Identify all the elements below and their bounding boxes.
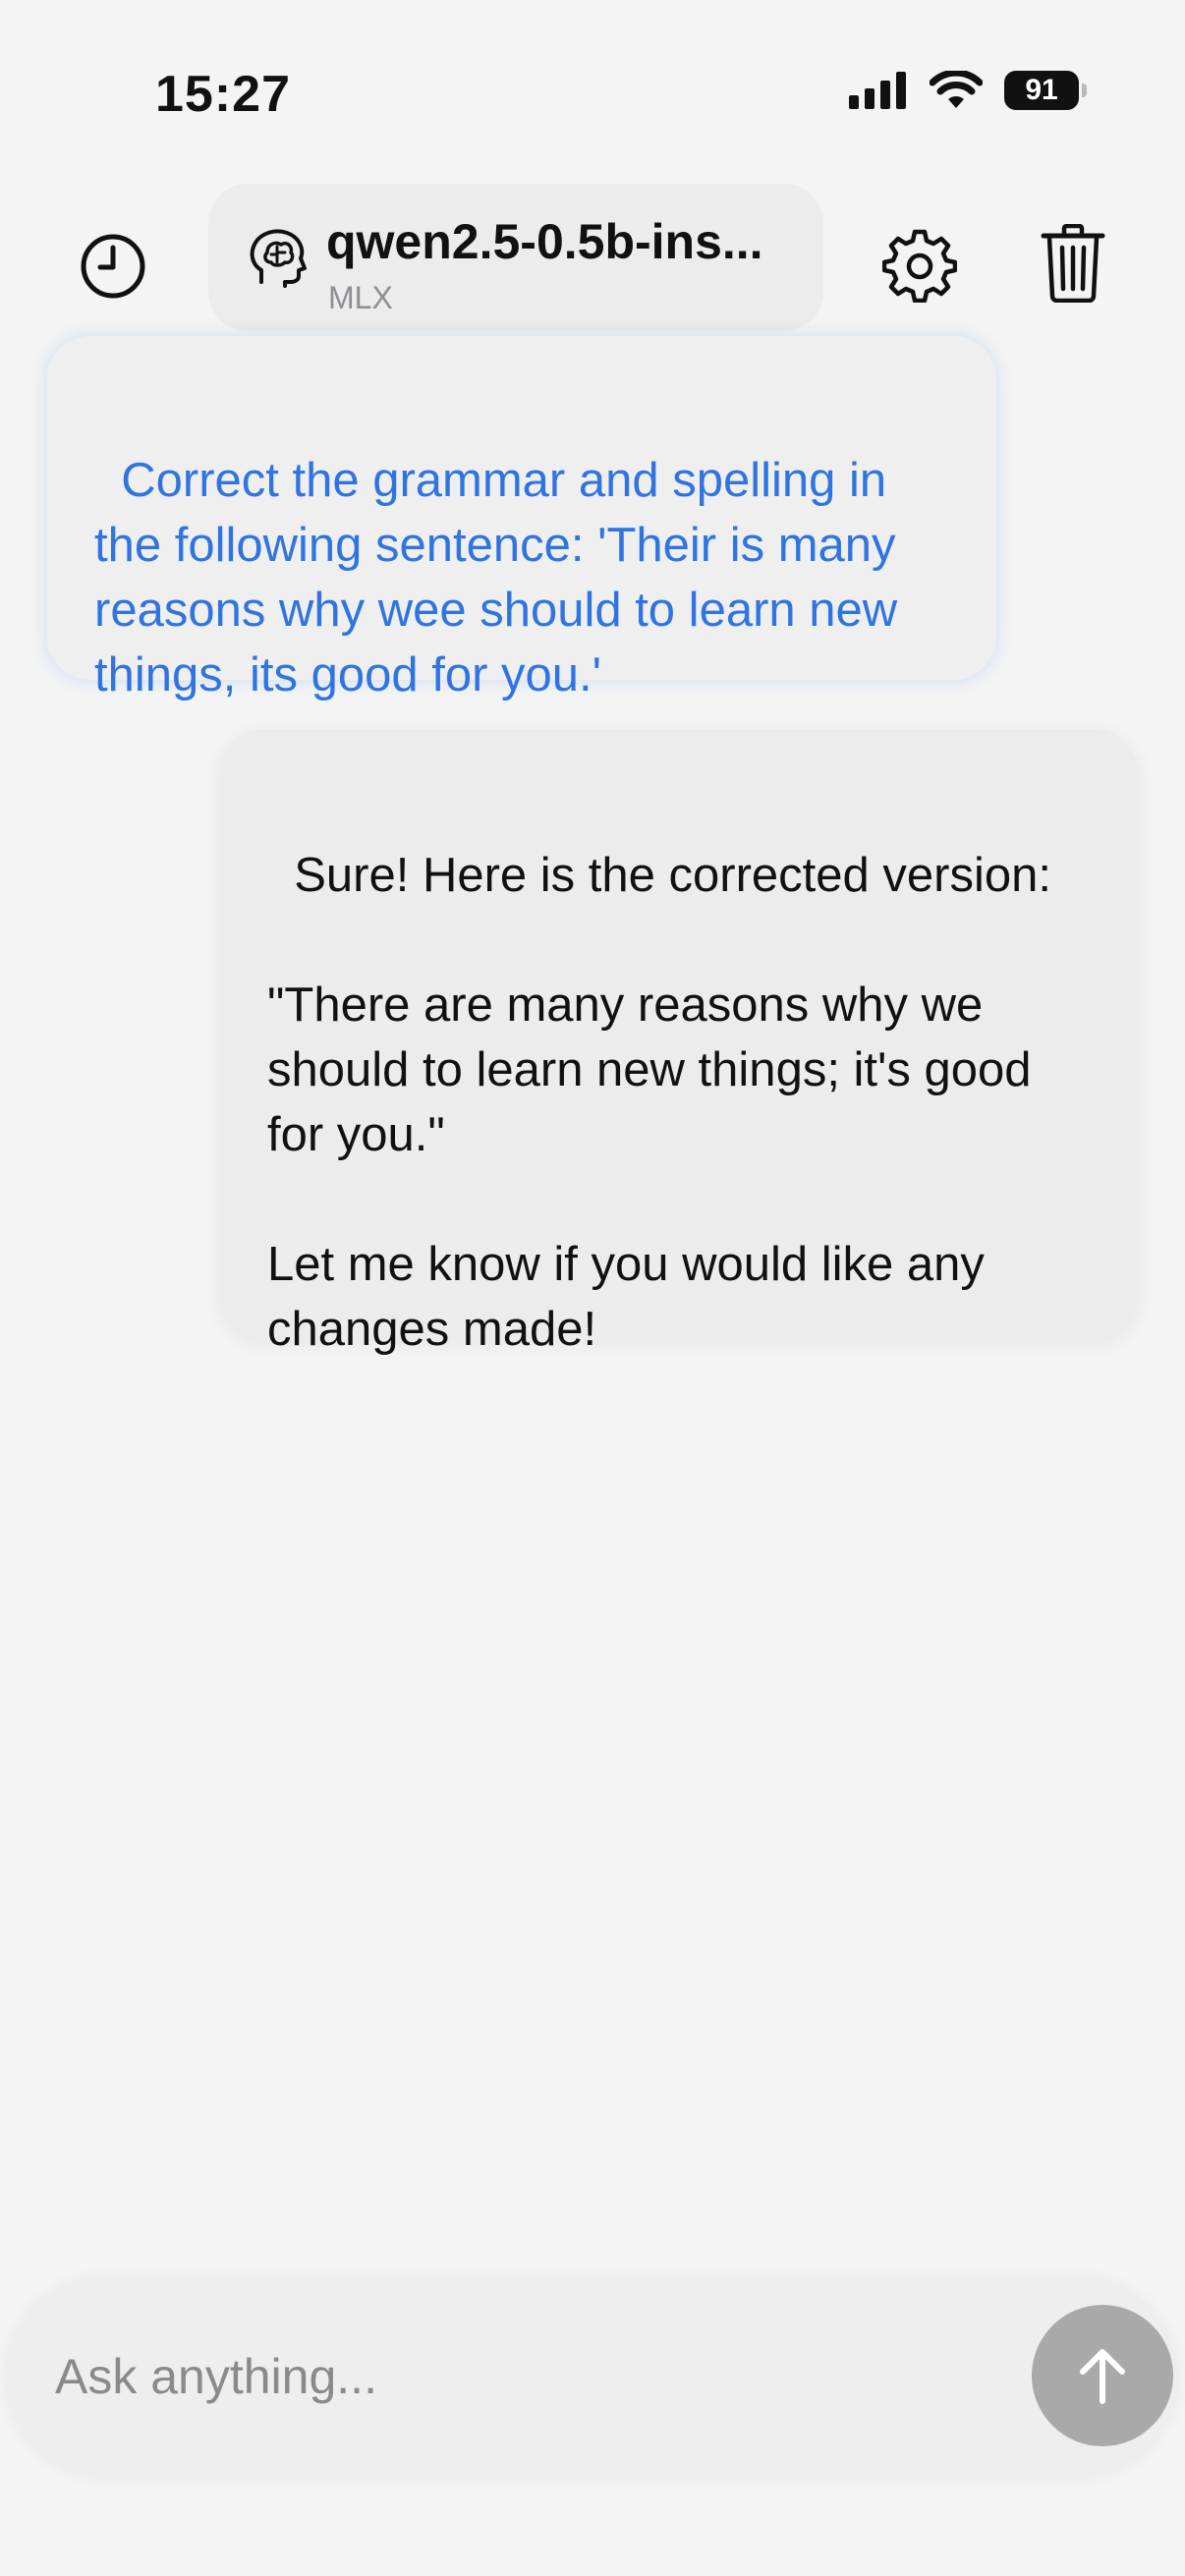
status-icons: 91 (849, 71, 1087, 110)
message-input[interactable] (53, 2324, 1000, 2429)
chat-header: qwen2.5-0.5b-ins... MLX (0, 177, 1185, 334)
user-message-text: Correct the grammar and spelling in the … (94, 454, 911, 701)
arrow-up-icon (1080, 2349, 1125, 2404)
user-message[interactable]: Correct the grammar and spelling in the … (47, 336, 996, 701)
wifi-icon (930, 71, 983, 108)
battery-indicator: 91 (1004, 71, 1087, 110)
gear-icon (882, 229, 957, 303)
assistant-message-text: Sure! Here is the corrected version: "Th… (267, 849, 1051, 1356)
assistant-message[interactable]: Sure! Here is the corrected version: "Th… (220, 729, 1138, 1356)
status-time: 15:27 (155, 66, 291, 123)
brain-icon (250, 229, 307, 288)
send-button[interactable] (1032, 2305, 1173, 2446)
battery-level: 91 (1025, 74, 1058, 106)
model-selector[interactable]: qwen2.5-0.5b-ins... MLX (208, 184, 823, 331)
status-bar: 15:27 91 (0, 0, 1185, 187)
model-backend: MLX (328, 280, 393, 315)
trash-icon (1041, 224, 1105, 303)
history-button[interactable] (69, 222, 157, 310)
settings-button[interactable] (875, 220, 965, 310)
model-name: qwen2.5-0.5b-ins... (326, 214, 763, 269)
message-composer (6, 2275, 1177, 2476)
cellular-signal-icon (849, 72, 906, 109)
history-icon (81, 234, 145, 299)
clear-chat-button[interactable] (1028, 218, 1118, 308)
